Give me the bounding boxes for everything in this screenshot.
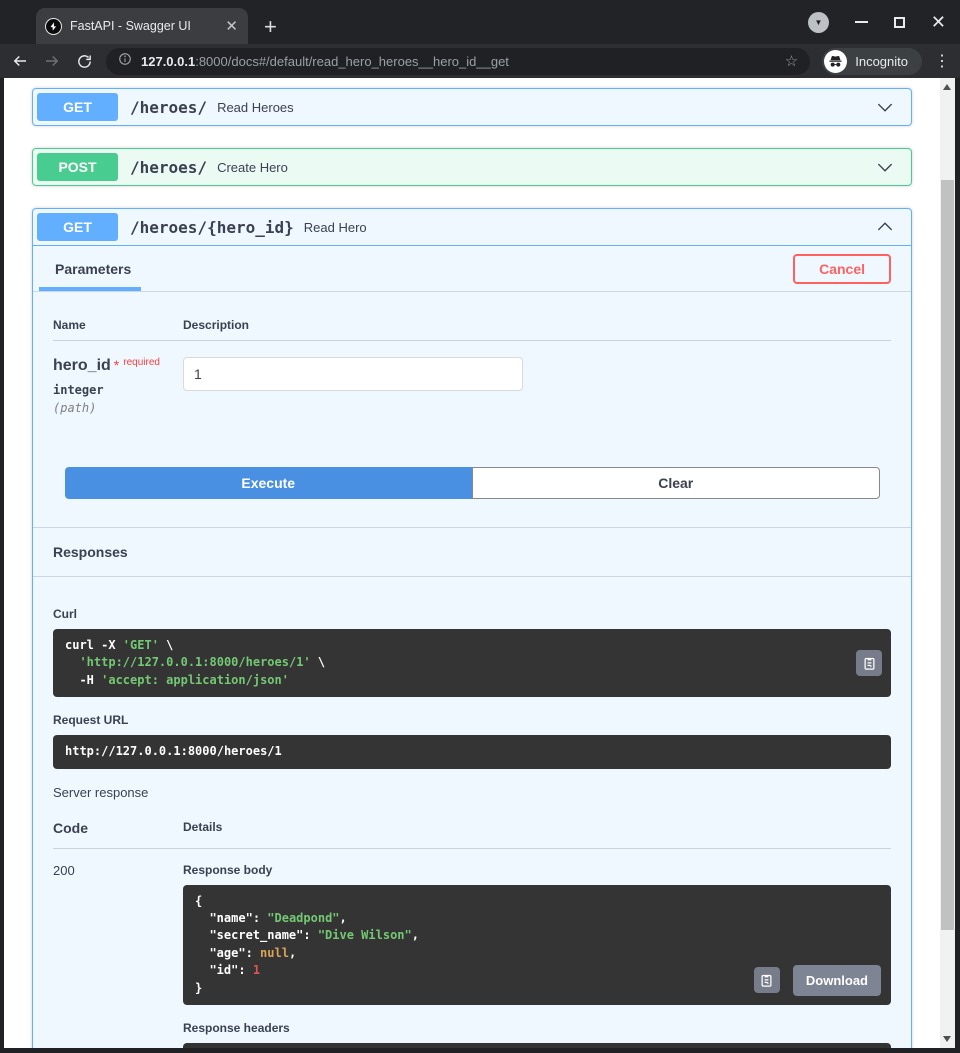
reload-icon[interactable] xyxy=(74,51,94,71)
tab-close-icon[interactable]: ✕ xyxy=(225,19,238,34)
copy-to-clipboard-button[interactable] xyxy=(856,650,882,677)
param-name: hero_id xyxy=(53,357,111,374)
scroll-up-icon[interactable] xyxy=(943,84,951,90)
response-headers-label: Response headers xyxy=(183,1020,290,1035)
param-row-hero-id: hero_id * required integer (path) xyxy=(53,341,891,415)
page-scrollbar[interactable] xyxy=(940,78,955,1048)
incognito-icon xyxy=(824,49,848,73)
description-column-header: Description xyxy=(183,318,250,332)
incognito-label: Incognito xyxy=(855,53,908,69)
opblock-post-heroes: POST /heroes/ Create Hero xyxy=(32,148,912,186)
request-url-block: http://127.0.0.1:8000/heroes/1 xyxy=(53,735,891,769)
curl-label: Curl xyxy=(53,607,77,621)
name-column-header: Name xyxy=(53,318,86,332)
tab-title: FastAPI - Swagger UI xyxy=(70,19,191,33)
curl-code-block: curl -X 'GET' \ 'http://127.0.0.1:8000/h… xyxy=(53,629,891,698)
scrollbar-thumb[interactable] xyxy=(941,180,954,930)
response-headers-block: content-length: 65 content-type: applica… xyxy=(183,1042,891,1048)
chevron-down-icon[interactable] xyxy=(875,157,895,177)
server-response-label: Server response xyxy=(53,784,149,800)
forward-icon[interactable] xyxy=(42,51,62,71)
method-badge-get: GET xyxy=(37,213,118,241)
incognito-badge: Incognito xyxy=(822,47,922,75)
parameters-header: Parameters Cancel xyxy=(33,246,911,292)
param-location: (path) xyxy=(53,401,97,415)
opblock-get-hero-by-id: GET /heroes/{hero_id} Read Hero Paramete… xyxy=(32,208,912,1048)
browser-tab[interactable]: FastAPI - Swagger UI ✕ xyxy=(36,8,248,44)
url-text[interactable]: 127.0.0.1:8000/docs#/default/read_hero_h… xyxy=(141,54,776,69)
browser-window: FastAPI - Swagger UI ✕ + ▼ ✕ 127.0.0.1:8… xyxy=(0,0,960,1053)
title-bar: FastAPI - Swagger UI ✕ + ▼ ✕ xyxy=(0,0,960,44)
scroll-down-icon[interactable] xyxy=(943,1036,951,1042)
method-badge-get: GET xyxy=(37,93,118,121)
responses-section: Curl curl -X 'GET' \ 'http://127.0.0.1:8… xyxy=(33,577,911,1048)
endpoint-summary: Create Hero xyxy=(217,159,288,175)
hero-id-input[interactable] xyxy=(183,357,523,391)
response-body-label: Response body xyxy=(183,862,273,877)
parameters-table: Name Description hero_id * required intege… xyxy=(33,292,911,415)
fastapi-logo-icon xyxy=(46,18,61,34)
window-close-button[interactable]: ✕ xyxy=(931,13,946,31)
download-button[interactable]: Download xyxy=(792,964,881,996)
endpoint-path: /heroes/ xyxy=(130,157,208,177)
opblock-summary[interactable]: POST /heroes/ Create Hero xyxy=(33,149,911,185)
execute-row: Execute Clear xyxy=(33,415,911,527)
browser-menu-icon[interactable]: ⋮ xyxy=(934,51,950,71)
opblock-summary[interactable]: GET /heroes/{hero_id} Read Hero xyxy=(33,209,911,246)
back-icon[interactable] xyxy=(10,51,30,71)
url-bar[interactable]: 127.0.0.1:8000/docs#/default/read_hero_h… xyxy=(106,47,811,75)
swagger-page: GET /heroes/ Read Heroes POST /heroes/ C… xyxy=(4,78,940,1048)
method-badge-post: POST xyxy=(37,153,118,181)
endpoint-summary: Read Heroes xyxy=(217,99,294,115)
code-column-header: Code xyxy=(53,819,88,836)
status-code: 200 xyxy=(53,862,75,878)
chevron-down-icon[interactable] xyxy=(875,97,895,117)
required-star: * xyxy=(113,357,120,373)
endpoint-path: /heroes/ xyxy=(130,97,208,117)
copy-to-clipboard-button[interactable] xyxy=(753,967,780,994)
endpoint-path: /heroes/{hero_id} xyxy=(130,217,294,237)
responses-section-title: Responses xyxy=(33,527,911,577)
execute-button[interactable]: Execute xyxy=(65,467,472,499)
param-type: integer xyxy=(53,383,104,397)
chevron-up-icon[interactable] xyxy=(875,217,895,237)
browser-toolbar: 127.0.0.1:8000/docs#/default/read_hero_h… xyxy=(0,44,960,78)
response-body-block: { "name": "Deadpond", "secret_name": "Di… xyxy=(183,884,891,1005)
request-url-label: Request URL xyxy=(53,713,129,728)
site-info-icon[interactable] xyxy=(118,52,132,71)
minimize-button[interactable] xyxy=(854,21,868,23)
clear-button[interactable]: Clear xyxy=(471,467,880,499)
opblock-summary[interactable]: GET /heroes/ Read Heroes xyxy=(33,89,911,125)
maximize-button[interactable] xyxy=(893,16,905,28)
endpoint-summary: Read Hero xyxy=(303,219,367,235)
browser-update-icon[interactable]: ▼ xyxy=(807,11,829,33)
page-viewport: GET /heroes/ Read Heroes POST /heroes/ C… xyxy=(4,78,955,1048)
details-column-header: Details xyxy=(183,819,223,834)
response-row-200: 200 Response body { "name": "Deadpond", … xyxy=(53,849,891,1048)
opblock-get-heroes: GET /heroes/ Read Heroes xyxy=(32,88,912,126)
required-label: required xyxy=(123,357,160,368)
cancel-button[interactable]: Cancel xyxy=(793,253,891,284)
new-tab-button[interactable]: + xyxy=(264,16,277,38)
bookmark-star-icon[interactable]: ☆ xyxy=(785,52,798,70)
tab-parameters[interactable]: Parameters xyxy=(38,246,142,291)
